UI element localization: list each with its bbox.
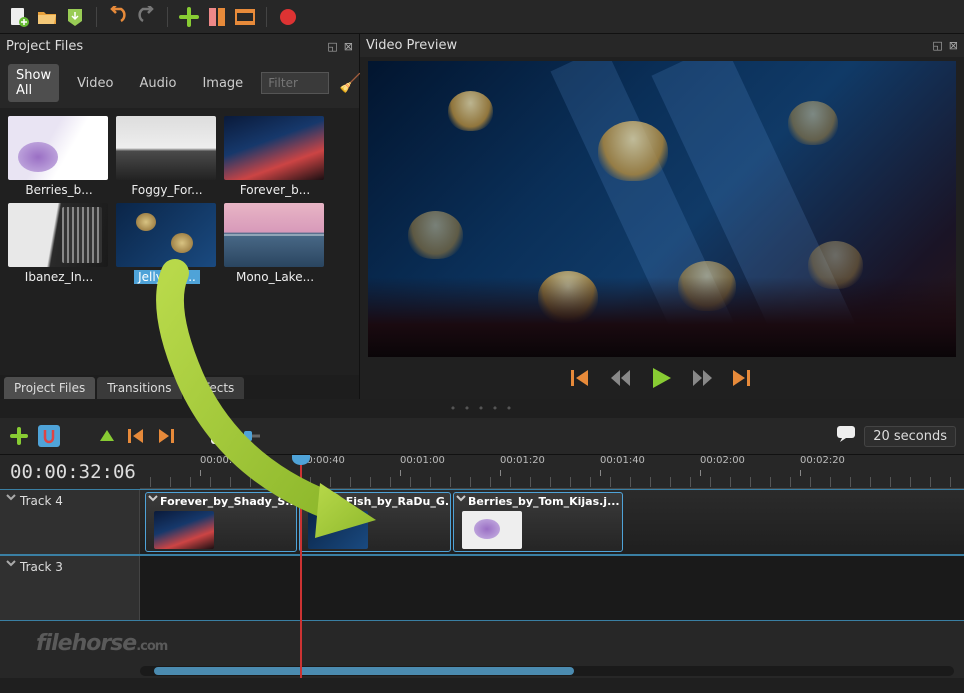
jump-start-icon[interactable] [570,369,592,391]
project-files-title: Project Files [6,39,83,54]
timeline-clip[interactable]: Berries_by_Tom_Kijas.j... [453,492,623,552]
save-project-icon[interactable] [64,6,86,28]
rewind-icon[interactable] [610,369,632,391]
scrollbar-handle[interactable] [154,667,574,675]
timeline-clip[interactable]: Forever_by_Shady_S... [145,492,297,552]
thumbnail-item[interactable]: Ibanez_In... [8,203,110,288]
filter-show-all-tab[interactable]: Show All [8,64,59,102]
clear-filter-icon[interactable]: 🧹 [339,73,361,94]
timeline-track: Track 4 Forever_by_Shady_S... Jelly_Fish… [0,489,964,555]
tab-effects[interactable]: Effects [184,377,245,399]
video-preview[interactable] [368,61,956,357]
thumbnail-grid: Berries_b... Foggy_For... Forever_b... I… [0,108,359,375]
filter-video-tab[interactable]: Video [69,72,121,95]
profile-icon[interactable] [206,6,228,28]
watermark: filehorse.com [36,631,167,656]
thumbnail-item[interactable]: Berries_b... [8,116,110,197]
redo-icon[interactable] [135,6,157,28]
chat-icon[interactable] [836,425,856,447]
new-project-icon[interactable] [8,6,30,28]
export-icon[interactable] [277,6,299,28]
video-preview-title: Video Preview [366,38,457,53]
project-filter-row: Show All Video Audio Image 🧹 [0,58,359,108]
undo-icon[interactable] [107,6,129,28]
side-tabs: Project Files Transitions Effects [0,375,359,399]
zoom-level[interactable]: 20 seconds [864,426,956,447]
project-files-header: Project Files ◱ ⊠ [0,34,359,58]
timeline-ruler[interactable]: 00:00:20 00:00:40 00:01:00 00:01:20 00:0… [140,455,964,489]
track-body[interactable]: Forever_by_Shady_S... Jelly_Fish_by_RaDu… [140,490,964,554]
video-preview-header: Video Preview ◱ ⊠ [360,34,964,57]
thumbnail-item[interactable]: Jelly_Fis... [116,203,218,288]
add-marker-icon[interactable] [96,425,118,447]
panel-detach-icon[interactable]: ◱ [327,40,337,53]
track-header[interactable]: Track 3 [0,556,140,620]
filter-input[interactable] [261,72,329,94]
preview-detach-icon[interactable]: ◱ [932,39,942,52]
track-body[interactable] [140,556,964,620]
playhead[interactable] [300,455,302,678]
tab-project-files[interactable]: Project Files [4,377,95,399]
prev-marker-icon[interactable] [126,425,148,447]
video-preview-panel: Video Preview ◱ ⊠ [360,34,964,399]
project-files-panel: Project Files ◱ ⊠ Show All Video Audio I… [0,34,360,399]
import-files-icon[interactable] [178,6,200,28]
panel-close-icon[interactable]: ⊠ [344,40,353,53]
timeline-track: Track 3 [0,555,964,621]
next-marker-icon[interactable] [156,425,178,447]
fullscreen-icon[interactable] [234,6,256,28]
playback-controls [360,361,964,403]
play-icon[interactable] [650,367,674,393]
timeline-toolbar: 20 seconds [0,418,964,454]
timeline: 00:00:32:06 00:00:20 00:00:40 00:01:00 0… [0,454,964,678]
thumbnail-item[interactable]: Foggy_For... [116,116,218,197]
track-header[interactable]: Track 4 [0,490,140,554]
timeline-scrollbar[interactable] [140,666,954,676]
preview-close-icon[interactable]: ⊠ [949,39,958,52]
snap-icon[interactable] [38,425,60,447]
tab-transitions[interactable]: Transitions [97,377,181,399]
timeline-clip[interactable]: Jelly_Fish_by_RaDu_G... [299,492,451,552]
thumbnail-item[interactable]: Mono_Lake... [224,203,326,288]
main-toolbar [0,0,964,34]
zoom-slider[interactable] [238,425,260,447]
timecode-display[interactable]: 00:00:32:06 [10,461,136,483]
add-track-icon[interactable] [8,425,30,447]
fast-forward-icon[interactable] [692,369,714,391]
open-project-icon[interactable] [36,6,58,28]
jump-end-icon[interactable] [732,369,754,391]
thumbnail-item[interactable]: Forever_b... [224,116,326,197]
filter-image-tab[interactable]: Image [194,72,251,95]
center-playhead-icon[interactable] [208,425,230,447]
filter-audio-tab[interactable]: Audio [132,72,185,95]
